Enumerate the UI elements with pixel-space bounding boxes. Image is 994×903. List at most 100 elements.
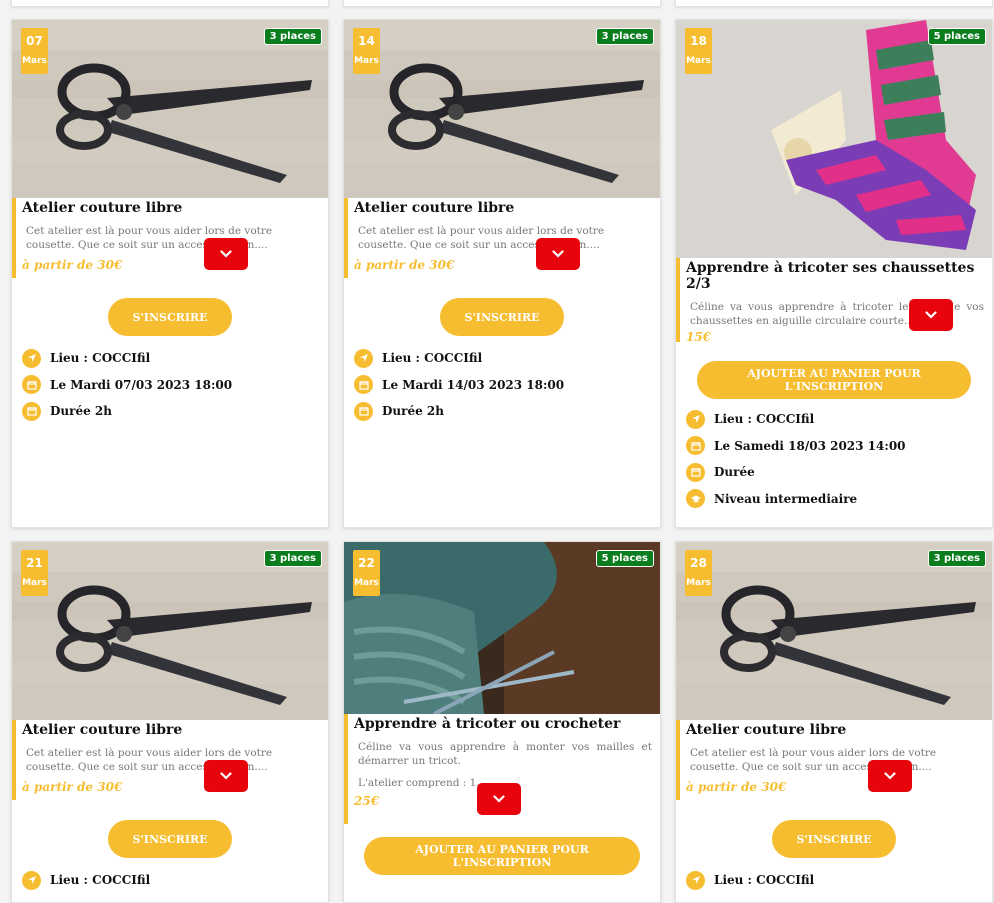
location-text: Lieu : COCCIfil (714, 873, 815, 888)
chevron-down-icon (925, 311, 937, 319)
calendar-icon (686, 462, 705, 482)
info-duration: Durée 2h (22, 398, 318, 425)
chevron-down-icon (220, 772, 232, 780)
event-price: à partir de 30€ (354, 258, 455, 272)
read-more-button[interactable] (204, 238, 248, 270)
info-level: Niveau intermediaire (686, 486, 982, 513)
level-text: Niveau intermediaire (714, 491, 858, 506)
card-body: Atelier couture libre Cet atelier est là… (344, 198, 660, 278)
card-body: Apprendre à tricoter ses chaussettes 2/3… (676, 258, 992, 344)
info-location: Lieu : COCCIfil (686, 406, 982, 433)
info-duration: Durée (686, 459, 982, 486)
date-day: 18 (690, 34, 707, 48)
calendar-icon (686, 436, 705, 456)
read-more-button[interactable] (536, 238, 580, 270)
event-title[interactable]: Atelier couture libre (686, 722, 984, 738)
info-date: Le Mardi 07/03 2023 18:00 (22, 372, 318, 399)
card-body: Atelier couture libre Cet atelier est là… (12, 198, 328, 278)
location-arrow-icon (22, 870, 41, 890)
event-info-list: Lieu : COCCIfil Le Mardi 14/03 2023 18:0… (344, 345, 660, 425)
calendar-icon (22, 375, 41, 395)
location-text: Lieu : COCCIfil (50, 351, 151, 366)
info-date: Le Mardi 14/03 2023 18:00 (354, 372, 650, 399)
previous-card-bottom (11, 0, 329, 7)
event-image[interactable]: 21 Mars 3 places (12, 542, 328, 720)
add-to-cart-button[interactable]: AJOUTER AU PANIER POUR L'INSCRIPTION (697, 361, 971, 399)
date-day: 07 (26, 34, 43, 48)
previous-card-bottom (675, 0, 993, 7)
event-info-list: Lieu : COCCIfil Le Mardi 07/03 2023 18:0… (12, 345, 328, 425)
date-day: 14 (358, 34, 375, 48)
places-badge: 3 places (927, 550, 986, 567)
event-price: à partir de 30€ (686, 780, 787, 794)
calendar-icon (354, 375, 373, 395)
info-date: Le Samedi 18/03 2023 14:00 (686, 433, 982, 460)
card-body: Atelier couture libre Cet atelier est là… (12, 720, 328, 800)
read-more-button[interactable] (477, 783, 521, 815)
places-badge: 3 places (595, 28, 654, 45)
info-location: Lieu : COCCIfil (686, 867, 982, 894)
event-card: 07 Mars 3 places Atelier couture libre C… (11, 19, 329, 528)
info-duration: Durée 2h (354, 398, 650, 425)
event-title[interactable]: Apprendre à tricoter ou crocheter (354, 716, 652, 732)
scissors-image (12, 542, 328, 720)
chevron-down-icon (884, 772, 896, 780)
event-image[interactable]: 22 Mars 5 places (344, 542, 660, 714)
event-price: à partir de 30€ (22, 258, 123, 272)
register-button[interactable]: S'INSCRIRE (108, 820, 232, 858)
location-arrow-icon (686, 870, 705, 890)
card-body: Apprendre à tricoter ou crocheter Céline… (344, 714, 660, 824)
date-month: Mars (686, 56, 711, 66)
read-more-button[interactable] (204, 760, 248, 792)
event-card: 14 Mars 3 places Atelier couture libre C… (343, 19, 661, 528)
duration-text: Durée 2h (50, 404, 112, 419)
event-description: Céline va vous apprendre à monter vos ma… (358, 741, 652, 767)
previous-card-bottom (343, 0, 661, 7)
event-title[interactable]: Atelier couture libre (22, 722, 320, 738)
event-title[interactable]: Apprendre à tricoter ses chaussettes 2/3 (686, 260, 984, 292)
read-more-button[interactable] (868, 760, 912, 792)
event-description: Cet atelier est là pour vous aider lors … (358, 225, 605, 251)
date-badge: 07 Mars (21, 28, 48, 74)
event-description: Cet atelier est là pour vous aider lors … (26, 747, 273, 773)
event-description: Cet atelier est là pour vous aider lors … (690, 747, 937, 773)
event-card: 21 Mars 3 places Atelier couture libre C… (11, 541, 329, 903)
chevron-down-icon (220, 250, 232, 258)
places-badge: 3 places (263, 550, 322, 567)
places-badge: 5 places (595, 550, 654, 567)
socks-image (676, 20, 992, 258)
date-text: Le Mardi 14/03 2023 18:00 (382, 377, 565, 392)
event-info-list: Lieu : COCCIfil (12, 867, 328, 894)
date-day: 21 (26, 556, 43, 570)
date-text: Le Samedi 18/03 2023 14:00 (714, 438, 906, 453)
event-image[interactable]: 07 Mars 3 places (12, 20, 328, 198)
add-to-cart-button[interactable]: AJOUTER AU PANIER POUR L'INSCRIPTION (364, 837, 640, 875)
card-body: Atelier couture libre Cet atelier est là… (676, 720, 992, 800)
date-text: Le Mardi 07/03 2023 18:00 (50, 377, 233, 392)
location-arrow-icon (354, 348, 373, 368)
location-text: Lieu : COCCIfil (382, 351, 483, 366)
register-button[interactable]: S'INSCRIRE (772, 820, 896, 858)
chevron-down-icon (493, 795, 505, 803)
location-arrow-icon (22, 348, 41, 368)
event-title[interactable]: Atelier couture libre (354, 200, 652, 216)
event-title[interactable]: Atelier couture libre (22, 200, 320, 216)
scissors-image (12, 20, 328, 198)
event-image[interactable]: 14 Mars 3 places (344, 20, 660, 198)
event-image[interactable]: 28 Mars 3 places (676, 542, 992, 720)
knitting-image (344, 542, 660, 714)
scissors-image (344, 20, 660, 198)
event-image[interactable]: 18 Mars 5 places (676, 20, 992, 258)
event-price: à partir de 30€ (22, 780, 123, 794)
calendar-icon (354, 401, 373, 421)
places-badge: 5 places (927, 28, 986, 45)
event-description: Cet atelier est là pour vous aider lors … (26, 225, 273, 251)
date-badge: 28 Mars (685, 550, 712, 596)
date-month: Mars (22, 56, 47, 66)
graduation-cap-icon (686, 489, 705, 509)
read-more-button[interactable] (909, 299, 953, 331)
date-badge: 14 Mars (353, 28, 380, 74)
register-button[interactable]: S'INSCRIRE (108, 298, 232, 336)
date-day: 22 (358, 556, 375, 570)
register-button[interactable]: S'INSCRIRE (440, 298, 564, 336)
